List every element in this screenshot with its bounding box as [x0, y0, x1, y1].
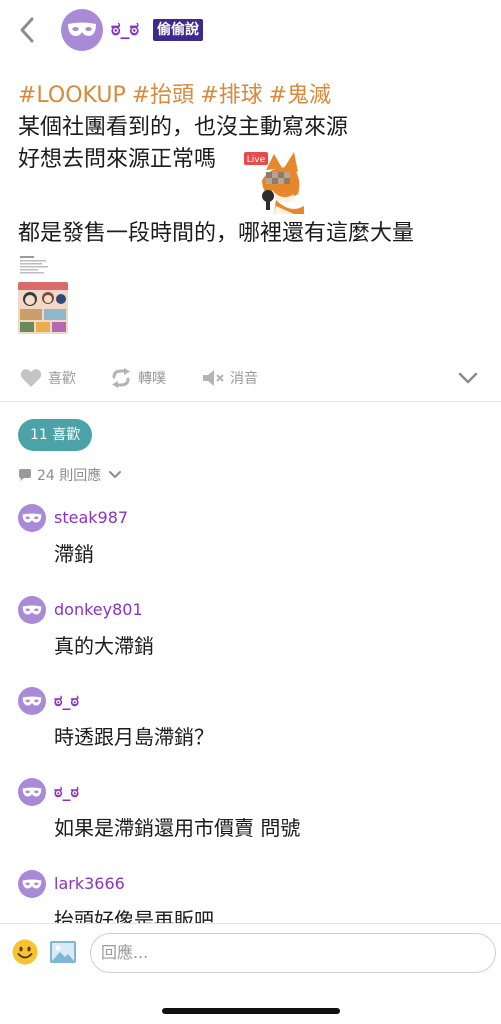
- anonymous-badge: 偷偷說: [153, 19, 203, 41]
- smiley-icon: [12, 939, 38, 965]
- commenter-name[interactable]: donkey801: [54, 598, 143, 622]
- commenter-name[interactable]: ಠ_ಠ: [54, 780, 79, 804]
- back-button[interactable]: [14, 14, 42, 46]
- comment-text: 真的大滯銷: [54, 634, 154, 658]
- comment-text: 滯銷: [54, 542, 94, 566]
- reply-input[interactable]: 回應...: [90, 933, 496, 973]
- speech-bubble-icon: [19, 468, 31, 481]
- repost-button[interactable]: 轉噗: [110, 362, 166, 394]
- mute-label: 消音: [230, 371, 258, 387]
- like-button[interactable]: 喜歡: [20, 362, 76, 394]
- commenter-name[interactable]: steak987: [54, 506, 128, 530]
- mask-icon: [22, 696, 42, 705]
- post-text-line: 某個社團看到的，也沒主動寫來源: [18, 115, 349, 140]
- commenter-avatar[interactable]: [18, 504, 46, 532]
- comment-text: 如果是滯銷還用市價賣 問號: [54, 816, 301, 840]
- home-indicator: [162, 1008, 340, 1014]
- post-tags: #LOOKUP #抬頭 #排球 #鬼滅: [18, 80, 488, 112]
- mute-button[interactable]: 消音: [202, 362, 258, 394]
- tag-link[interactable]: #抬頭: [132, 83, 194, 108]
- back-chevron-icon: [20, 17, 34, 43]
- repost-icon: [112, 368, 130, 388]
- attachment-photo-thumbnail[interactable]: [18, 282, 68, 334]
- post-actions: 喜歡 轉噗 消音: [0, 362, 501, 394]
- mask-icon: [22, 787, 42, 796]
- post-content: #LOOKUP #抬頭 #排球 #鬼滅 某個社團看到的，也沒主動寫來源 好想去問來源正…: [18, 80, 488, 246]
- mask-icon: [22, 605, 42, 614]
- section-divider: [0, 401, 501, 402]
- post-header: ಠ_ಠ 偷偷說: [0, 0, 501, 62]
- fox-live-sticker: Live: [244, 150, 306, 214]
- likes-count-pill[interactable]: 11 喜歡: [18, 419, 93, 451]
- commenter-name[interactable]: lark3666: [54, 872, 125, 896]
- like-label: 喜歡: [48, 371, 76, 387]
- mask-icon: [22, 879, 42, 888]
- author-avatar[interactable]: [61, 9, 103, 51]
- commenter-avatar[interactable]: [18, 687, 46, 715]
- tag-link[interactable]: #LOOKUP: [18, 83, 126, 108]
- comment-text: 抬頭好像是再販吧: [54, 908, 214, 923]
- image-upload-button[interactable]: [49, 938, 77, 966]
- emoji-button[interactable]: [11, 938, 39, 966]
- chevron-down-icon: [109, 471, 122, 478]
- mute-icon: [203, 370, 224, 386]
- attachment-document-thumbnail[interactable]: [18, 254, 52, 276]
- heart-icon: [20, 369, 42, 387]
- comments-list: steak987 滯銷 donkey801 真的大滯銷 ಠ_ಠ 時透跟月島滯銷？…: [0, 500, 501, 923]
- tag-link[interactable]: #鬼滅: [269, 83, 331, 108]
- image-icon: [50, 941, 76, 963]
- more-options-button[interactable]: [458, 362, 484, 394]
- reply-count-label: 24 則回應: [37, 468, 102, 484]
- chevron-down-icon: [458, 372, 478, 384]
- commenter-name[interactable]: ಠ_ಠ: [54, 689, 79, 713]
- comment-text: 時透跟月島滯銷？: [54, 725, 214, 749]
- commenter-avatar[interactable]: [18, 778, 46, 806]
- reply-composer: 回應...: [0, 923, 501, 1024]
- author-name[interactable]: ಠ_ಠ: [111, 18, 139, 42]
- commenter-avatar[interactable]: [18, 596, 46, 624]
- commenter-avatar[interactable]: [18, 870, 46, 898]
- tag-link[interactable]: #排球: [200, 83, 262, 108]
- live-label: Live: [247, 155, 266, 165]
- repost-label: 轉噗: [138, 371, 166, 387]
- reply-count-toggle[interactable]: 24 則回應: [18, 464, 128, 486]
- mask-icon: [68, 22, 96, 36]
- post-text-line: 都是發售一段時間的，哪裡還有這麼大量: [18, 221, 415, 246]
- mask-icon: [22, 513, 42, 522]
